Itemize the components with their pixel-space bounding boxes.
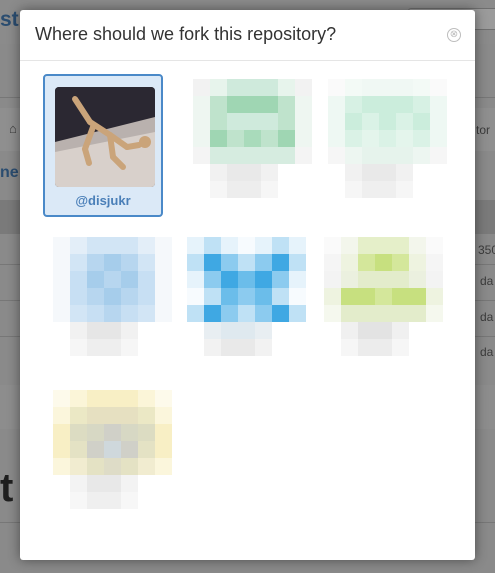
background-right-text-2: da [480, 274, 494, 288]
fork-target[interactable] [183, 235, 306, 375]
close-icon: ⊗ [449, 29, 459, 40]
avatar [53, 237, 172, 356]
background-repo-title: st [0, 8, 19, 31]
background-big-letter: t [0, 466, 14, 510]
background-section-header: ne [0, 164, 19, 181]
background-right-text-0: tor [476, 123, 491, 137]
fork-target[interactable] [323, 235, 443, 375]
background-right-text-4: da [480, 345, 494, 359]
avatar [53, 390, 172, 509]
avatar [55, 87, 155, 187]
avatar [324, 237, 443, 356]
fork-target[interactable] [43, 390, 172, 530]
fork-dialog: Where should we fork this repository? ⊗ [20, 10, 475, 560]
fork-target[interactable] [323, 74, 447, 214]
dialog-header: Where should we fork this repository? ⊗ [20, 10, 475, 61]
fork-target[interactable] [43, 235, 172, 375]
fork-target-selected[interactable]: @disjukr [43, 74, 163, 217]
close-button[interactable]: ⊗ [447, 28, 461, 42]
background-right-text-1: 350 [478, 243, 495, 257]
fork-target[interactable] [183, 74, 312, 214]
background-right-text-3: da [480, 310, 494, 324]
tag-icon: ⌂ [9, 121, 17, 136]
avatar [193, 79, 312, 198]
fork-handle: @disjukr [75, 193, 131, 208]
avatar [187, 237, 306, 356]
avatar [328, 79, 447, 198]
dialog-title: Where should we fork this repository? [35, 24, 337, 44]
